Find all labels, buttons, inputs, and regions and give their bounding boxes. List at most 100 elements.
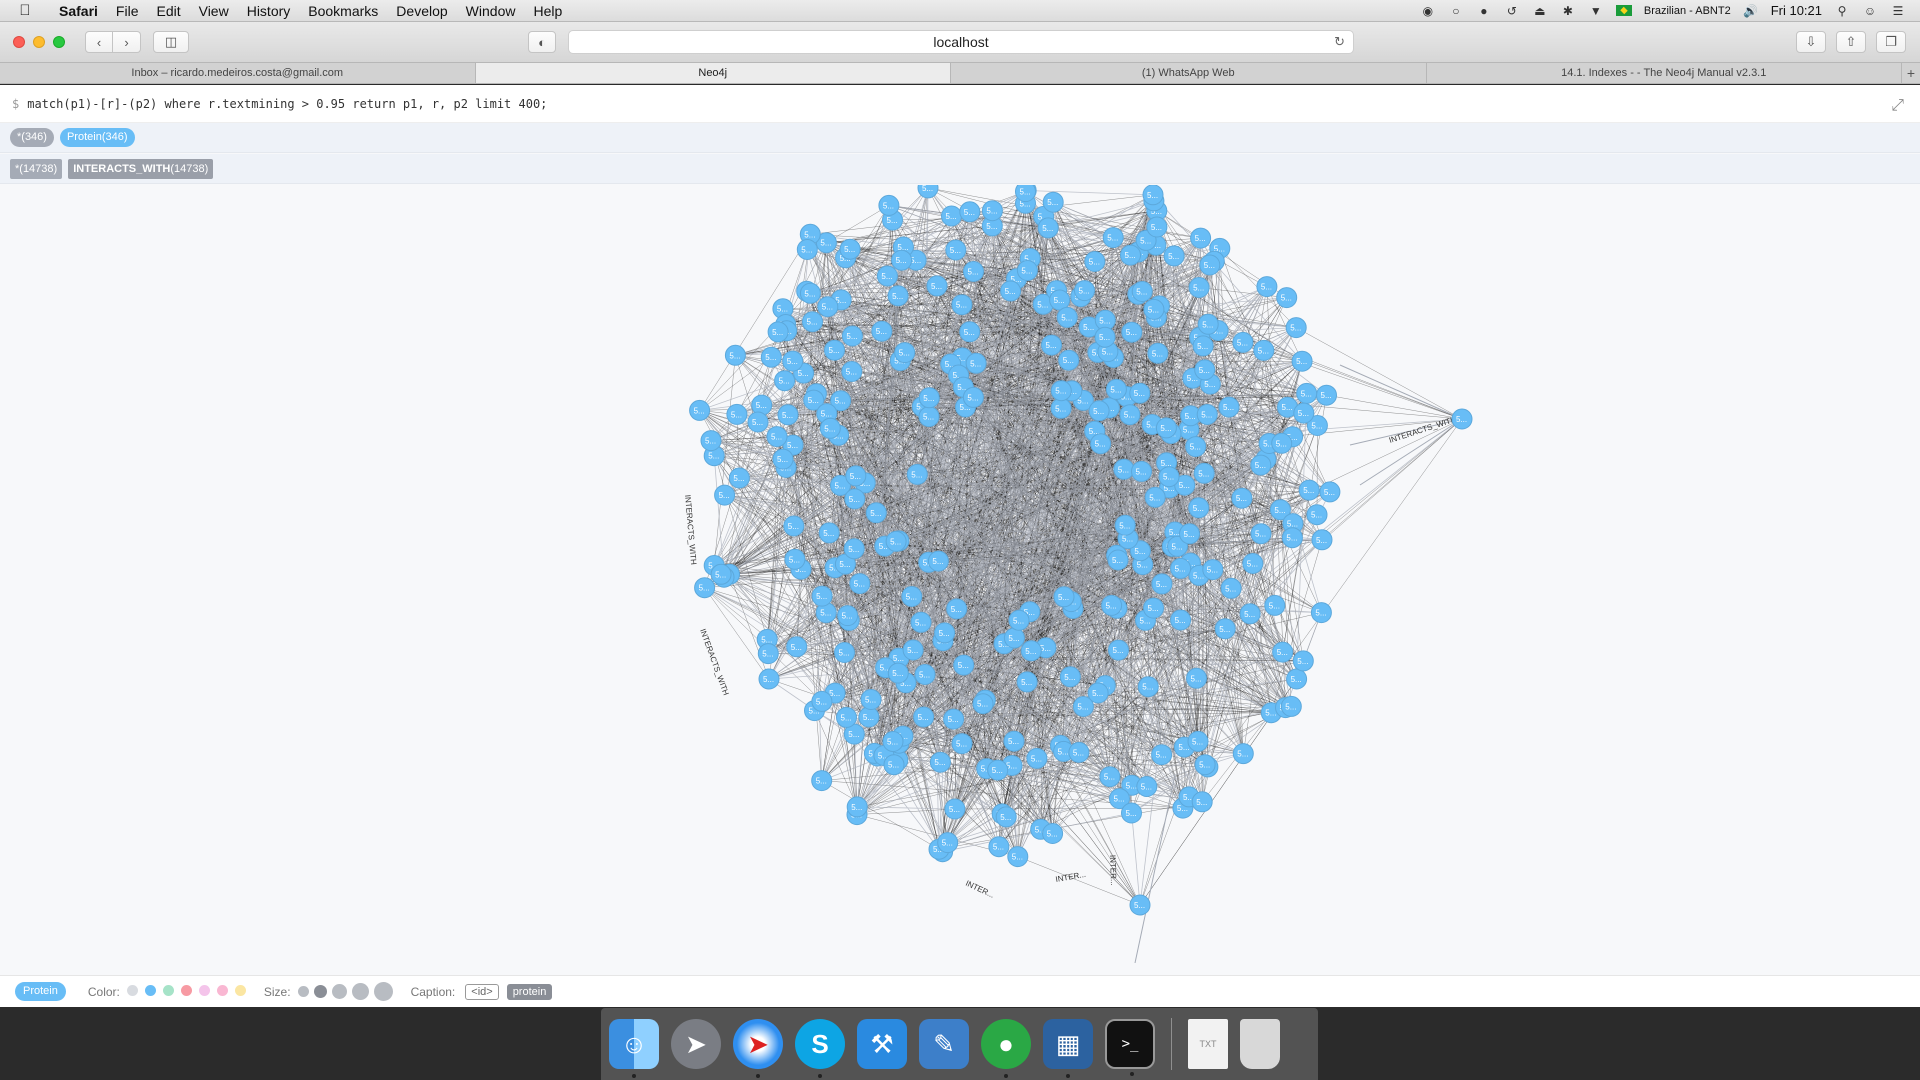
- graph-node[interactable]: 5...: [1253, 339, 1275, 361]
- back-button[interactable]: ‹: [85, 31, 113, 53]
- graph-node[interactable]: 5...: [1231, 487, 1253, 509]
- graph-node[interactable]: 5...: [882, 731, 904, 752]
- finder-icon[interactable]: ☺: [609, 1019, 659, 1078]
- graph-node[interactable]: 5...: [1155, 417, 1177, 439]
- graph-node[interactable]: 5...: [1185, 436, 1207, 458]
- graph-node[interactable]: 5...: [1242, 553, 1264, 574]
- graph-node[interactable]: 5...: [1232, 743, 1254, 765]
- graph-node[interactable]: 5...: [1101, 594, 1123, 616]
- graph-node[interactable]: 5...: [941, 205, 962, 227]
- graph-node[interactable]: 5...: [1199, 254, 1221, 276]
- graph-node[interactable]: 5...: [724, 344, 746, 366]
- graph-node[interactable]: 5...: [766, 426, 788, 448]
- graph-node[interactable]: 5...: [1074, 280, 1095, 302]
- graph-node[interactable]: 5...: [1026, 747, 1048, 769]
- graph-node[interactable]: 5...: [860, 689, 882, 710]
- graph-node[interactable]: 5...: [1102, 227, 1124, 249]
- graph-node[interactable]: 5...: [1007, 846, 1029, 868]
- label-all-pill[interactable]: *(346): [10, 128, 54, 147]
- graph-node[interactable]: 5...: [876, 265, 898, 287]
- tab-whatsapp[interactable]: (1) WhatsApp Web: [951, 63, 1427, 83]
- graph-node[interactable]: 5...: [1050, 380, 1072, 402]
- graph-node[interactable]: 5...: [1187, 730, 1209, 752]
- graph-node[interactable]: 5...: [1088, 400, 1110, 422]
- menu-develop[interactable]: Develop: [387, 0, 456, 22]
- volume-icon[interactable]: 🔊: [1743, 3, 1759, 19]
- status-app-icon[interactable]: ◉: [1420, 3, 1436, 19]
- graph-node[interactable]: 5...: [837, 605, 859, 627]
- graph-node[interactable]: 5...: [1129, 894, 1151, 916]
- graph-node[interactable]: 5...: [946, 598, 968, 620]
- graph-node[interactable]: 5...: [1170, 609, 1192, 631]
- show-tabs-button[interactable]: ❐: [1876, 31, 1906, 53]
- graph-node[interactable]: 5...: [1108, 639, 1129, 661]
- graph-node[interactable]: 5...: [1131, 281, 1153, 302]
- graph-node[interactable]: 5...: [843, 538, 865, 560]
- graph-node[interactable]: 5...: [1239, 603, 1261, 625]
- graph-node[interactable]: 5...: [783, 515, 805, 537]
- graph-node[interactable]: 5...: [1194, 359, 1216, 381]
- graph-node[interactable]: 5...: [883, 754, 905, 776]
- graph-node[interactable]: 5...: [1319, 481, 1341, 503]
- graph-node[interactable]: 5...: [1306, 504, 1328, 526]
- graph-node[interactable]: 5...: [811, 585, 833, 607]
- graph-node[interactable]: 5...: [714, 484, 736, 506]
- address-bar[interactable]: localhost ↻: [568, 30, 1354, 54]
- graph-node[interactable]: 5...: [747, 411, 769, 433]
- terminal-icon[interactable]: >_: [1105, 1019, 1155, 1076]
- query-text[interactable]: match(p1)-[r]-(p2) where r.textmining > …: [27, 97, 547, 111]
- color-swatch-4[interactable]: [180, 984, 192, 996]
- reltype-interacts-with-tag[interactable]: INTERACTS_WITH(14738): [68, 158, 214, 179]
- graph-node[interactable]: 5...: [824, 339, 845, 361]
- downloads-button[interactable]: ⇩: [1796, 31, 1826, 53]
- graph-node[interactable]: 5...: [1146, 216, 1168, 238]
- graph-node[interactable]: 5...: [1276, 287, 1298, 309]
- bluetooth-icon[interactable]: ✱: [1560, 3, 1576, 19]
- graph-node[interactable]: 5...: [1310, 602, 1332, 624]
- apple-menu-icon[interactable]: : [0, 2, 50, 19]
- graph-node[interactable]: 5...: [929, 751, 951, 773]
- caption-protein-option[interactable]: protein: [506, 983, 553, 1000]
- input-source-label[interactable]: Brazilian - ABNT2: [1644, 5, 1731, 17]
- graph-node[interactable]: 5...: [1214, 618, 1236, 640]
- size-option-5[interactable]: [373, 982, 393, 1001]
- graph-node[interactable]: 5...: [871, 320, 893, 342]
- graph-node[interactable]: 5...: [774, 370, 796, 392]
- menu-help[interactable]: Help: [524, 0, 571, 22]
- tab-inbox[interactable]: Inbox – ricardo.medeiros.costa@gmail.com: [0, 63, 476, 83]
- color-swatch-6[interactable]: [216, 984, 228, 996]
- graph-node[interactable]: 5...: [1053, 586, 1075, 608]
- graph-node[interactable]: 5...: [981, 200, 1003, 222]
- graph-node[interactable]: 5...: [818, 522, 840, 544]
- graph-node[interactable]: 5...: [1143, 597, 1164, 619]
- graph-node[interactable]: 5...: [1114, 514, 1136, 536]
- graph-node[interactable]: 5...: [1250, 523, 1272, 545]
- graph-node[interactable]: 5...: [1272, 641, 1294, 663]
- reltype-all-tag[interactable]: *(14738): [10, 158, 63, 179]
- wifi-icon[interactable]: ▼: [1588, 3, 1604, 19]
- graph-node[interactable]: 5...: [1151, 573, 1173, 595]
- notification-center-icon[interactable]: ☰: [1890, 3, 1906, 19]
- graph-node[interactable]: 5...: [918, 387, 940, 409]
- graph-node[interactable]: 5...: [951, 733, 973, 755]
- minimize-window-button[interactable]: [33, 36, 45, 48]
- graph-node[interactable]: 5...: [1119, 404, 1141, 426]
- graph-node[interactable]: 5...: [914, 664, 936, 685]
- graph-node[interactable]: 5...: [728, 467, 750, 489]
- graph-node[interactable]: 5...: [962, 386, 984, 408]
- graph-node[interactable]: 5...: [1264, 594, 1286, 616]
- graph-node[interactable]: 5...: [913, 706, 935, 728]
- graph-node[interactable]: 5...: [1296, 382, 1318, 404]
- graph-node[interactable]: 5...: [772, 448, 794, 470]
- graph-node[interactable]: 5...: [844, 488, 866, 510]
- graph-node[interactable]: 5...: [1020, 640, 1042, 662]
- xcode-icon[interactable]: ⚒: [857, 1019, 907, 1069]
- zoom-window-button[interactable]: [53, 36, 65, 48]
- graph-node[interactable]: 5...: [1186, 667, 1207, 689]
- graph-node[interactable]: 5...: [1192, 335, 1214, 357]
- graph-node[interactable]: 5...: [846, 796, 868, 818]
- graph-node[interactable]: 5...: [887, 662, 909, 684]
- graph-node[interactable]: 5...: [1107, 549, 1129, 571]
- graph-node[interactable]: 5...: [1136, 776, 1158, 797]
- graph-node[interactable]: 5...: [1087, 682, 1109, 704]
